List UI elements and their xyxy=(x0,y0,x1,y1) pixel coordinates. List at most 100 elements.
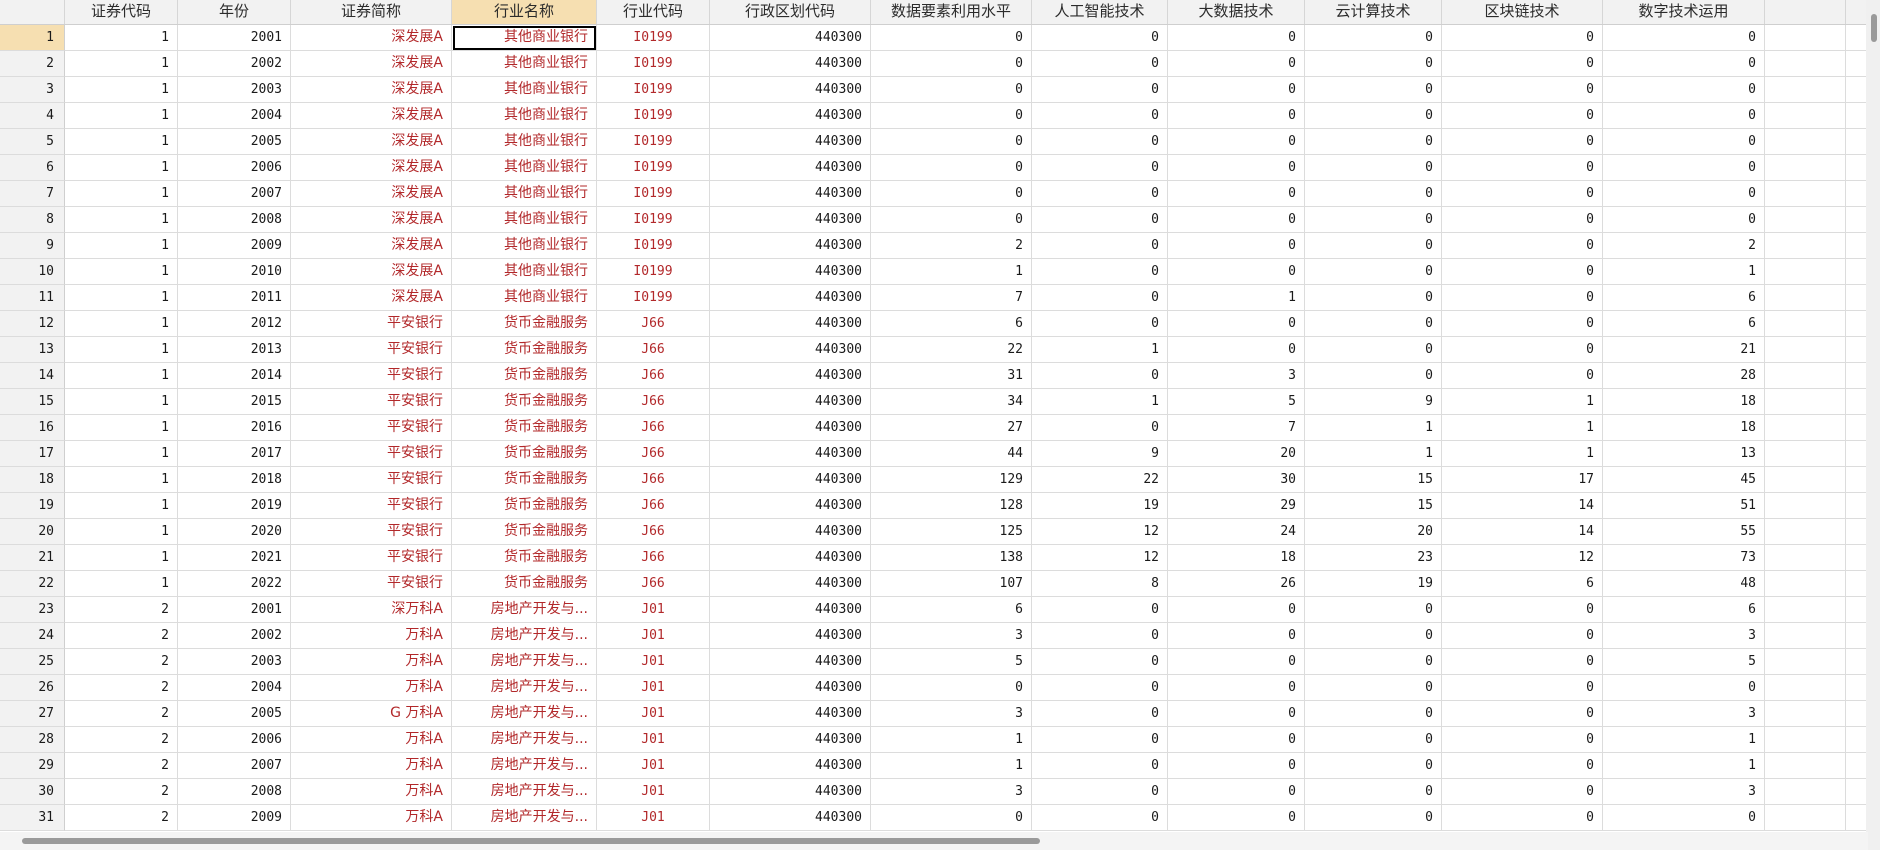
data-cell[interactable]: 0 xyxy=(1442,779,1603,805)
data-cell[interactable]: 0 xyxy=(1168,233,1305,259)
table-row[interactable]: 15 1 2015 平安银行 货币金融服务 J66 440300 34 1 5 9 1 18 xyxy=(0,389,1868,415)
data-cell[interactable]: 1 xyxy=(1305,441,1442,467)
data-cell[interactable]: 440300 xyxy=(710,519,871,545)
data-cell[interactable]: G 万科A xyxy=(291,701,452,727)
data-cell[interactable]: 440300 xyxy=(710,805,871,831)
data-cell[interactable]: J66 xyxy=(597,571,710,597)
data-cell[interactable]: 0 xyxy=(1032,103,1168,129)
data-cell[interactable]: 19 xyxy=(1305,571,1442,597)
data-cell[interactable]: 2004 xyxy=(178,103,291,129)
row-number-cell[interactable]: 12 xyxy=(0,311,65,337)
data-cell[interactable]: 0 xyxy=(1032,311,1168,337)
data-cell[interactable]: 2 xyxy=(65,649,178,675)
table-row[interactable]: 25 2 2003 万科A 房地产开发与... J01 440300 5 0 0 0 0 5 xyxy=(0,649,1868,675)
empty-cell[interactable] xyxy=(1846,545,1868,571)
table-row[interactable]: 20 1 2020 平安银行 货币金融服务 J66 440300 125 12 24 20 14 55 xyxy=(0,519,1868,545)
data-cell[interactable]: 1 xyxy=(65,311,178,337)
empty-cell[interactable] xyxy=(1846,181,1868,207)
empty-cell[interactable] xyxy=(1765,467,1846,493)
data-cell[interactable]: J01 xyxy=(597,727,710,753)
table-row[interactable]: 27 2 2005 G 万科A 房地产开发与... J01 440300 3 0 0 0 0 3 xyxy=(0,701,1868,727)
row-number-cell[interactable]: 4 xyxy=(0,103,65,129)
empty-cell[interactable] xyxy=(1765,493,1846,519)
data-cell[interactable]: 5 xyxy=(1603,649,1765,675)
data-cell[interactable]: 0 xyxy=(1442,103,1603,129)
data-cell[interactable]: J66 xyxy=(597,441,710,467)
empty-cell[interactable] xyxy=(1765,805,1846,831)
data-cell[interactable]: 0 xyxy=(1032,675,1168,701)
table-row[interactable]: 10 1 2010 深发展A 其他商业银行 I0199 440300 1 0 0 0 0 1 xyxy=(0,259,1868,285)
data-cell[interactable]: 440300 xyxy=(710,597,871,623)
data-cell[interactable]: 2015 xyxy=(178,389,291,415)
empty-cell[interactable] xyxy=(1765,233,1846,259)
data-cell[interactable]: 0 xyxy=(1603,181,1765,207)
data-cell[interactable]: 货币金融服务 xyxy=(452,519,597,545)
data-cell[interactable]: 0 xyxy=(1032,727,1168,753)
data-cell[interactable]: 0 xyxy=(1032,259,1168,285)
data-cell[interactable]: 51 xyxy=(1603,493,1765,519)
data-cell[interactable]: 货币金融服务 xyxy=(452,389,597,415)
data-cell[interactable]: 万科A xyxy=(291,805,452,831)
data-cell[interactable]: 货币金融服务 xyxy=(452,545,597,571)
data-cell[interactable]: 房地产开发与... xyxy=(452,753,597,779)
data-cell[interactable]: J66 xyxy=(597,363,710,389)
empty-cell[interactable] xyxy=(1846,363,1868,389)
data-cell[interactable]: 1 xyxy=(1168,285,1305,311)
data-cell[interactable]: 深发展A xyxy=(291,129,452,155)
empty-cell[interactable] xyxy=(1846,441,1868,467)
data-cell[interactable]: 2006 xyxy=(178,727,291,753)
data-cell[interactable]: J66 xyxy=(597,311,710,337)
data-cell[interactable]: 20 xyxy=(1305,519,1442,545)
data-cell[interactable]: 0 xyxy=(1032,623,1168,649)
data-cell[interactable]: 0 xyxy=(1442,337,1603,363)
data-cell[interactable]: 其他商业银行 xyxy=(452,181,597,207)
data-cell[interactable]: 12 xyxy=(1442,545,1603,571)
data-cell[interactable]: 22 xyxy=(871,337,1032,363)
data-cell[interactable]: 18 xyxy=(1603,415,1765,441)
data-cell[interactable]: 2004 xyxy=(178,675,291,701)
empty-cell[interactable] xyxy=(1846,701,1868,727)
data-cell[interactable]: 440300 xyxy=(710,701,871,727)
data-cell[interactable]: 0 xyxy=(1603,129,1765,155)
data-cell[interactable]: 0 xyxy=(1168,181,1305,207)
data-cell[interactable]: 1 xyxy=(65,467,178,493)
data-cell[interactable]: 440300 xyxy=(710,727,871,753)
empty-cell[interactable] xyxy=(1765,337,1846,363)
data-cell[interactable]: 0 xyxy=(871,675,1032,701)
data-cell[interactable]: 0 xyxy=(1442,753,1603,779)
data-cell[interactable]: J01 xyxy=(597,753,710,779)
data-cell[interactable]: 0 xyxy=(871,25,1032,51)
row-number-cell[interactable]: 7 xyxy=(0,181,65,207)
data-cell[interactable]: 440300 xyxy=(710,649,871,675)
row-number-cell[interactable]: 15 xyxy=(0,389,65,415)
data-cell[interactable]: 440300 xyxy=(710,675,871,701)
data-cell[interactable]: 0 xyxy=(1305,337,1442,363)
data-cell[interactable]: 0 xyxy=(1442,259,1603,285)
data-cell[interactable]: 万科A xyxy=(291,675,452,701)
table-row[interactable]: 30 2 2008 万科A 房地产开发与... J01 440300 3 0 0 0 0 3 xyxy=(0,779,1868,805)
table-row[interactable]: 1 1 2001 深发展A 其他商业银行 I0199 440300 0 0 0 0 0 0 xyxy=(0,25,1868,51)
data-cell[interactable]: 0 xyxy=(1442,129,1603,155)
data-cell[interactable]: 12 xyxy=(1032,519,1168,545)
data-cell[interactable]: 440300 xyxy=(710,545,871,571)
data-cell[interactable]: 万科A xyxy=(291,753,452,779)
data-cell[interactable]: 440300 xyxy=(710,77,871,103)
row-number-cell[interactable]: 1 xyxy=(0,25,65,51)
data-cell[interactable]: 6 xyxy=(1442,571,1603,597)
table-row[interactable]: 3 1 2003 深发展A 其他商业银行 I0199 440300 0 0 0 0 0 0 xyxy=(0,77,1868,103)
data-cell[interactable]: 2021 xyxy=(178,545,291,571)
data-cell[interactable]: 440300 xyxy=(710,779,871,805)
data-cell[interactable]: 2017 xyxy=(178,441,291,467)
data-cell[interactable]: 0 xyxy=(1305,51,1442,77)
empty-cell[interactable] xyxy=(1846,337,1868,363)
row-number-cell[interactable]: 11 xyxy=(0,285,65,311)
data-cell[interactable]: 其他商业银行 xyxy=(452,207,597,233)
data-cell[interactable]: 1 xyxy=(1603,259,1765,285)
data-cell[interactable]: 440300 xyxy=(710,467,871,493)
data-cell[interactable]: 1 xyxy=(1603,753,1765,779)
data-cell[interactable]: 0 xyxy=(1032,415,1168,441)
data-cell[interactable]: 2005 xyxy=(178,701,291,727)
data-cell[interactable]: 5 xyxy=(1168,389,1305,415)
empty-cell[interactable] xyxy=(1846,597,1868,623)
data-cell[interactable]: 0 xyxy=(1032,77,1168,103)
